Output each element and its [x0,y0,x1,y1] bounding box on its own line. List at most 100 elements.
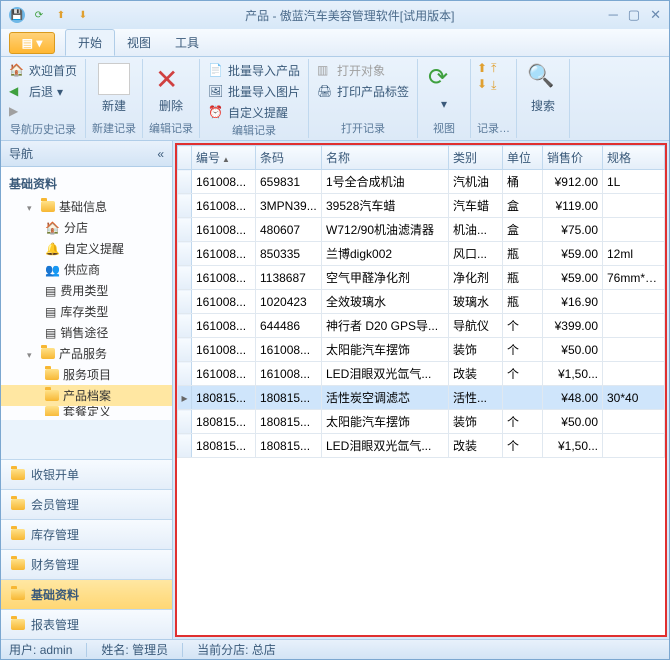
statusbar: 用户: admin 姓名: 管理员 当前分店: 总店 [1,639,669,659]
list-icon: ▤ [45,305,56,319]
delete-button[interactable]: ✕删除 [149,61,193,116]
tree-basic-info[interactable]: 基础信息 [1,196,172,217]
col-name[interactable]: 名称 [322,146,449,170]
table-row[interactable]: 161008...1138687空气甲醛净化剂净化剂瓶¥59.0076mm*1.… [178,266,665,290]
batch-import-product-button[interactable]: 📄批量导入产品 [206,61,302,80]
branch-icon: 🏠 [45,221,60,235]
acc-report[interactable]: 报表管理 [1,609,172,639]
tree-product-archive[interactable]: 产品档案 [1,385,172,406]
ribbon: 🏠欢迎首页 ◀后退 ▾ ▶ 导航历史记录 新建 新建记录 ✕删除 编辑记录 📄批… [1,57,669,141]
tree-sale-channel[interactable]: ▤销售途径 [1,322,172,343]
remind-icon: ⏰ [208,105,224,121]
refresh-icon: ⟳ [428,63,460,95]
tab-view[interactable]: 视图 [115,30,163,55]
search-button[interactable]: 🔍搜索 [523,61,563,116]
folder-icon [41,348,55,359]
acc-stock[interactable]: 库存管理 [1,519,172,549]
ribbon-group-edit: 编辑记录 [149,120,193,138]
tree-branch[interactable]: 🏠分店 [1,217,172,238]
print-label-button[interactable]: 🖨打印产品标签 [315,82,411,101]
record-up-icon[interactable]: ⬆ [477,61,487,75]
window-title: 产品 - 傲蓝汽车美容管理软件[试用版本] [91,7,609,24]
tab-start[interactable]: 开始 [65,29,115,56]
ribbon-group-record: 记录… [477,120,510,138]
col-barcode[interactable]: 条码 [256,146,322,170]
acc-receipt[interactable]: 收银开单 [1,459,172,489]
back-icon: ◀ [9,84,25,100]
open-object-button: ▥打开对象 [315,61,411,80]
table-row[interactable]: 161008...161008...LED泪眼双光氙气...改装个¥1,50..… [178,362,665,386]
col-spec[interactable]: 规格 [603,146,665,170]
product-grid[interactable]: 编号 条码 名称 类别 单位 销售价 规格 161008...6598311号全… [175,143,667,637]
folder-icon [11,469,25,480]
table-row[interactable]: 161008...480607W712/90机油滤清器机油...盒¥75.00 [178,218,665,242]
close-icon[interactable]: ✕ [650,7,661,23]
folder-icon [11,559,25,570]
main-menu-button[interactable]: ▤ ▾ [9,32,55,54]
qat-up-icon[interactable]: ⬆ [53,7,69,23]
bell-icon: 🔔 [45,242,60,256]
minimize-icon[interactable]: ─ [609,7,618,23]
home-icon: 🏠 [9,63,25,79]
view-button[interactable]: ⟳▾ [424,61,464,113]
menubar: ▤ ▾ 开始 视图 工具 [1,29,669,57]
table-row[interactable]: 161008...1020423全效玻璃水玻璃水瓶¥16.90 [178,290,665,314]
forward-icon: ▶ [9,104,25,120]
folder-icon [11,499,25,510]
new-button[interactable]: 新建 [92,61,136,116]
back-button[interactable]: ◀后退 ▾ [7,82,79,101]
status-name: 管理员 [132,643,168,657]
tree-group-basic: 基础资料 [1,171,172,196]
print-icon: 🖨 [317,84,333,100]
tree-package-def[interactable]: 套餐定义 [1,406,172,416]
col-category[interactable]: 类别 [449,146,503,170]
col-id[interactable]: 编号 [192,146,256,170]
qat-save-icon[interactable]: 💾 [9,7,25,23]
table-row[interactable]: 161008...644486神行者 D20 GPS导...导航仪个¥399.0… [178,314,665,338]
forward-button: ▶ [7,103,79,121]
table-row[interactable]: 180815...180815...LED泪眼双光氙气...改装个¥1,50..… [178,434,665,458]
table-row[interactable]: 180815...180815...太阳能汽车摆饰装饰个¥50.00 [178,410,665,434]
status-user: admin [40,643,73,657]
sidebar-header: 导航« [1,141,172,167]
sidebar-collapse-icon[interactable]: « [157,147,164,161]
ribbon-group-view: 视图 [424,120,464,138]
tree-supplier[interactable]: 👥供应商 [1,259,172,280]
tree-product-service[interactable]: 产品服务 [1,343,172,364]
sidebar: 导航« 基础资料 基础信息 🏠分店 🔔自定义提醒 👥供应商 ▤费用类型 ▤库存类… [1,141,173,639]
custom-remind-button[interactable]: ⏰自定义提醒 [206,103,302,122]
col-price[interactable]: 销售价 [543,146,603,170]
record-last-icon[interactable]: ⤓ [491,78,496,93]
maximize-icon[interactable]: ▢ [628,7,640,23]
acc-finance[interactable]: 财务管理 [1,549,172,579]
table-row[interactable]: 161008...161008...太阳能汽车摆饰装饰个¥50.00 [178,338,665,362]
table-row[interactable]: 161008...3MPN39...39528汽车蜡汽车蜡盒¥119.00 [178,194,665,218]
tab-tools[interactable]: 工具 [163,30,211,55]
import-image-icon: 🖼 [208,84,224,100]
qat-refresh-icon[interactable]: ⟳ [31,7,47,23]
titlebar: 💾 ⟳ ⬆ ⬇ 产品 - 傲蓝汽车美容管理软件[试用版本] ─ ▢ ✕ [1,1,669,29]
record-first-icon[interactable]: ⤒ [491,61,496,76]
folder-icon [45,390,59,401]
tree-service-item[interactable]: 服务项目 [1,364,172,385]
acc-basic[interactable]: 基础资料 [1,579,172,609]
tree-fee-type[interactable]: ▤费用类型 [1,280,172,301]
record-down-icon[interactable]: ⬇ [477,77,487,91]
col-unit[interactable]: 单位 [503,146,543,170]
ribbon-group-editrec2: 编辑记录 [206,122,302,140]
import-product-icon: 📄 [208,63,224,79]
ribbon-group-open: 打开记录 [315,120,411,138]
table-row[interactable]: ▸180815...180815...活性炭空调滤芯活性...¥48.0030*… [178,386,665,410]
welcome-button[interactable]: 🏠欢迎首页 [7,61,79,80]
list-icon: ▤ [45,284,56,298]
tree-stock-type[interactable]: ▤库存类型 [1,301,172,322]
table-row[interactable]: 161008...850335兰博digk002风口...瓶¥59.0012ml [178,242,665,266]
qat-down-icon[interactable]: ⬇ [75,7,91,23]
ribbon-group-nav: 导航历史记录 [7,121,79,139]
table-row[interactable]: 161008...6598311号全合成机油汽机油桶¥912.001L [178,170,665,194]
folder-icon [45,369,59,380]
acc-member[interactable]: 会员管理 [1,489,172,519]
batch-import-image-button[interactable]: 🖼批量导入图片 [206,82,302,101]
tree-custom-remind[interactable]: 🔔自定义提醒 [1,238,172,259]
folder-icon [41,201,55,212]
